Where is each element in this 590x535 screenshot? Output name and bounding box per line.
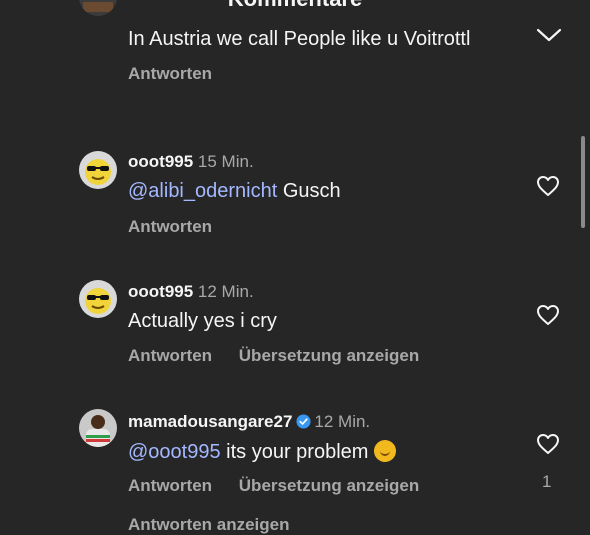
scrollbar[interactable]: [581, 136, 585, 228]
heart-icon[interactable]: [536, 175, 560, 197]
show-translation-button[interactable]: Übersetzung anzeigen: [239, 476, 419, 495]
comment-actions: Antworten: [128, 217, 234, 237]
timestamp: 15 Min.: [197, 152, 254, 171]
timestamp: 12 Min.: [197, 282, 254, 301]
comment-body: Gusch: [277, 180, 341, 202]
avatar[interactable]: [79, 0, 117, 16]
avatar[interactable]: [79, 280, 117, 318]
comment-actions: Antworten Übersetzung anzeigen: [128, 476, 441, 496]
verified-badge-icon: [296, 414, 311, 429]
comment-text: Actually yes i cry: [128, 310, 277, 332]
username[interactable]: mamadousangare27: [128, 412, 292, 431]
heart-icon[interactable]: [536, 433, 560, 455]
view-replies-button[interactable]: Antworten anzeigen: [128, 515, 290, 535]
reply-button[interactable]: Antworten: [128, 346, 212, 365]
comment-text: In Austria we call People like u Voitrot…: [128, 28, 471, 50]
comment-actions: Antworten: [128, 64, 234, 84]
emoji-icon: [374, 440, 397, 462]
heart-icon[interactable]: [536, 304, 560, 326]
reply-button[interactable]: Antworten: [128, 476, 212, 495]
reply-button[interactable]: Antworten: [128, 217, 212, 236]
avatar[interactable]: [79, 409, 117, 447]
username[interactable]: ooot995: [128, 152, 193, 171]
reply-button[interactable]: Antworten: [128, 64, 212, 83]
comment-meta: ooot995 12 Min.: [128, 282, 254, 302]
chevron-down-icon[interactable]: [536, 27, 562, 43]
avatar[interactable]: [79, 151, 117, 189]
username[interactable]: ooot995: [128, 282, 193, 301]
comment-actions: Antworten Übersetzung anzeigen: [128, 346, 441, 366]
show-translation-button[interactable]: Übersetzung anzeigen: [239, 346, 419, 365]
comment-meta: mamadousangare27 12 Min.: [128, 412, 370, 432]
like-count[interactable]: 1: [542, 472, 551, 492]
mention-link[interactable]: @ooot995: [128, 441, 221, 463]
mention-link[interactable]: @alibi_odernicht: [128, 180, 277, 202]
comment-body: its your problem: [220, 441, 369, 463]
comment-meta: ooot995 15 Min.: [128, 152, 254, 172]
comment-text: @alibi_odernicht Gusch: [128, 180, 341, 203]
comment-text: @ooot995 its your problem: [128, 440, 397, 464]
timestamp: 12 Min.: [314, 412, 371, 431]
